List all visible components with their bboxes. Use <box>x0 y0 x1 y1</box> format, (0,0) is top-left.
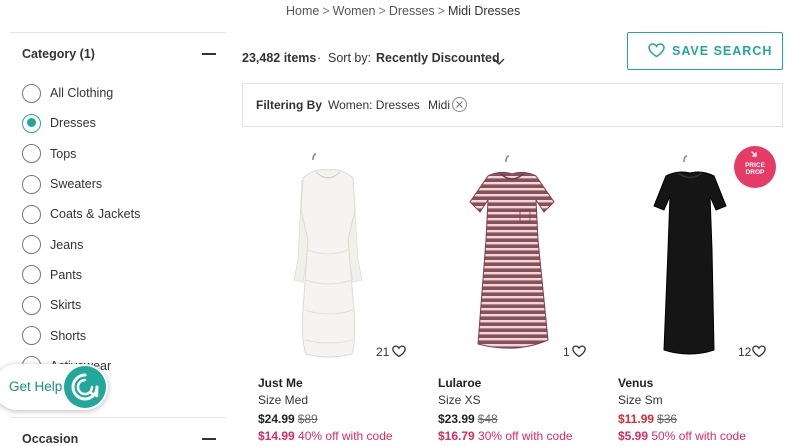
like-count: 21 <box>376 345 390 359</box>
product-price: $23.99 $48 <box>438 412 498 426</box>
product-card[interactable]: 1 Lularoe Size XS $23.99 $48 $16.79 30% o… <box>438 140 608 446</box>
category-label: Sweaters <box>50 177 103 192</box>
price-drop-badge: PRICE DROP <box>734 146 776 188</box>
product-card[interactable]: 21 Just Me Size Med $24.99 $89 $14.99 40%… <box>258 140 428 446</box>
collapse-occasion-icon[interactable] <box>202 438 216 440</box>
category-option-skirts[interactable]: Skirts <box>22 290 140 320</box>
breadcrumb-home[interactable]: Home <box>286 4 319 18</box>
filtering-by-label: Filtering By <box>256 98 323 112</box>
current-price: $23.99 <box>438 412 475 426</box>
category-heading: Category (1) <box>22 47 95 61</box>
category-option-dresses[interactable]: Dresses <box>22 108 140 138</box>
get-help-label: Get Help <box>9 379 63 394</box>
original-price: $36 <box>657 412 678 426</box>
radio-button[interactable] <box>22 144 41 164</box>
category-option-jeans[interactable]: Jeans <box>22 229 140 259</box>
heart-icon[interactable] <box>392 345 406 363</box>
results-count: 23,482 items <box>242 51 317 65</box>
promo-price: $14.99 40% off with code <box>258 429 393 443</box>
promo-price-value: $5.99 <box>618 429 649 443</box>
category-label: Shorts <box>50 328 87 343</box>
current-price: $11.99 <box>618 412 655 426</box>
breadcrumb: Home > Women > Dresses > Midi Dresses <box>286 4 520 18</box>
radio-button[interactable] <box>22 204 41 224</box>
collapse-category-icon[interactable] <box>202 53 216 55</box>
promo-text: 30% off with code <box>478 429 573 443</box>
radio-button[interactable] <box>22 326 41 346</box>
radio-button[interactable] <box>22 83 41 103</box>
product-image[interactable] <box>258 140 428 362</box>
product-image[interactable] <box>438 140 608 362</box>
product-size: Size Sm <box>618 393 663 407</box>
category-option-coats-jackets[interactable]: Coats & Jackets <box>22 199 140 229</box>
product-size: Size Med <box>258 393 309 407</box>
breadcrumb-current: Midi Dresses <box>447 4 521 18</box>
like-count: 12 <box>738 345 752 359</box>
product-brand: Just Me <box>258 376 303 390</box>
filter-chip-women-dresses[interactable]: Women: Dresses <box>328 98 420 112</box>
price-drop-line2: DROP <box>745 169 765 176</box>
promo-price: $16.79 30% off with code <box>438 429 573 443</box>
chevron-down-icon[interactable] <box>493 53 505 71</box>
original-price: $89 <box>297 412 318 426</box>
promo-price: $5.99 50% off with code <box>618 429 746 443</box>
category-label: Dresses <box>50 116 96 131</box>
chat-support-icon <box>64 366 106 408</box>
promo-text: 40% off with code <box>298 429 393 443</box>
product-brand: Lularoe <box>438 376 482 390</box>
promo-price-value: $16.79 <box>438 429 475 443</box>
category-label: Pants <box>50 267 82 282</box>
category-label: Jeans <box>50 237 84 252</box>
category-label: Skirts <box>50 298 82 313</box>
price-drop-line1: PRICE <box>745 162 765 169</box>
promo-text: 50% off with code <box>651 429 746 443</box>
radio-button[interactable] <box>22 235 41 255</box>
down-arrow-icon <box>751 151 759 162</box>
breadcrumb-dresses[interactable]: Dresses <box>389 4 435 18</box>
save-search-label: SAVE SEARCH <box>672 44 773 58</box>
radio-button[interactable] <box>22 174 41 194</box>
breadcrumb-women[interactable]: Women <box>333 4 376 18</box>
save-search-button[interactable]: SAVE SEARCH <box>627 32 783 70</box>
category-list: All Clothing Dresses Tops Sweaters Coats… <box>22 78 140 381</box>
occasion-heading: Occasion <box>22 432 79 446</box>
category-option-shorts[interactable]: Shorts <box>22 320 140 350</box>
sort-label: Sort by: <box>328 51 372 65</box>
product-price: $11.99 $36 <box>618 412 677 426</box>
product-price: $24.99 $89 <box>258 412 318 426</box>
heart-icon[interactable] <box>572 345 586 363</box>
product-brand: Venus <box>618 376 654 390</box>
breadcrumb-separator: > <box>378 4 386 18</box>
filter-chip-midi[interactable]: Midi <box>428 98 450 112</box>
radio-button-selected[interactable] <box>22 113 41 133</box>
category-option-tops[interactable]: Tops <box>22 139 140 169</box>
heart-icon[interactable] <box>752 345 766 363</box>
like-count: 1 <box>563 345 570 359</box>
current-price: $24.99 <box>258 412 295 426</box>
breadcrumb-separator: > <box>437 4 445 18</box>
heart-icon <box>648 43 665 63</box>
original-price: $48 <box>477 412 498 426</box>
radio-button[interactable] <box>22 295 41 315</box>
sidebar-divider <box>10 417 226 418</box>
category-label: Coats & Jackets <box>50 207 141 222</box>
category-option-pants[interactable]: Pants <box>22 260 140 290</box>
category-option-sweaters[interactable]: Sweaters <box>22 169 140 199</box>
separator-dot: · <box>317 51 322 65</box>
product-size: Size XS <box>438 393 481 407</box>
active-filters-bar: Filtering By Women: Dresses Midi <box>242 83 783 127</box>
breadcrumb-separator: > <box>322 4 330 18</box>
category-label: All Clothing <box>50 86 114 101</box>
remove-filter-icon[interactable] <box>452 97 467 112</box>
category-option-all-clothing[interactable]: All Clothing <box>22 78 140 108</box>
promo-price-value: $14.99 <box>258 429 295 443</box>
sort-dropdown[interactable]: Recently Discounted <box>376 51 500 65</box>
get-help-button[interactable]: Get Help <box>0 364 108 410</box>
radio-button[interactable] <box>22 265 41 285</box>
category-label: Tops <box>50 146 77 161</box>
